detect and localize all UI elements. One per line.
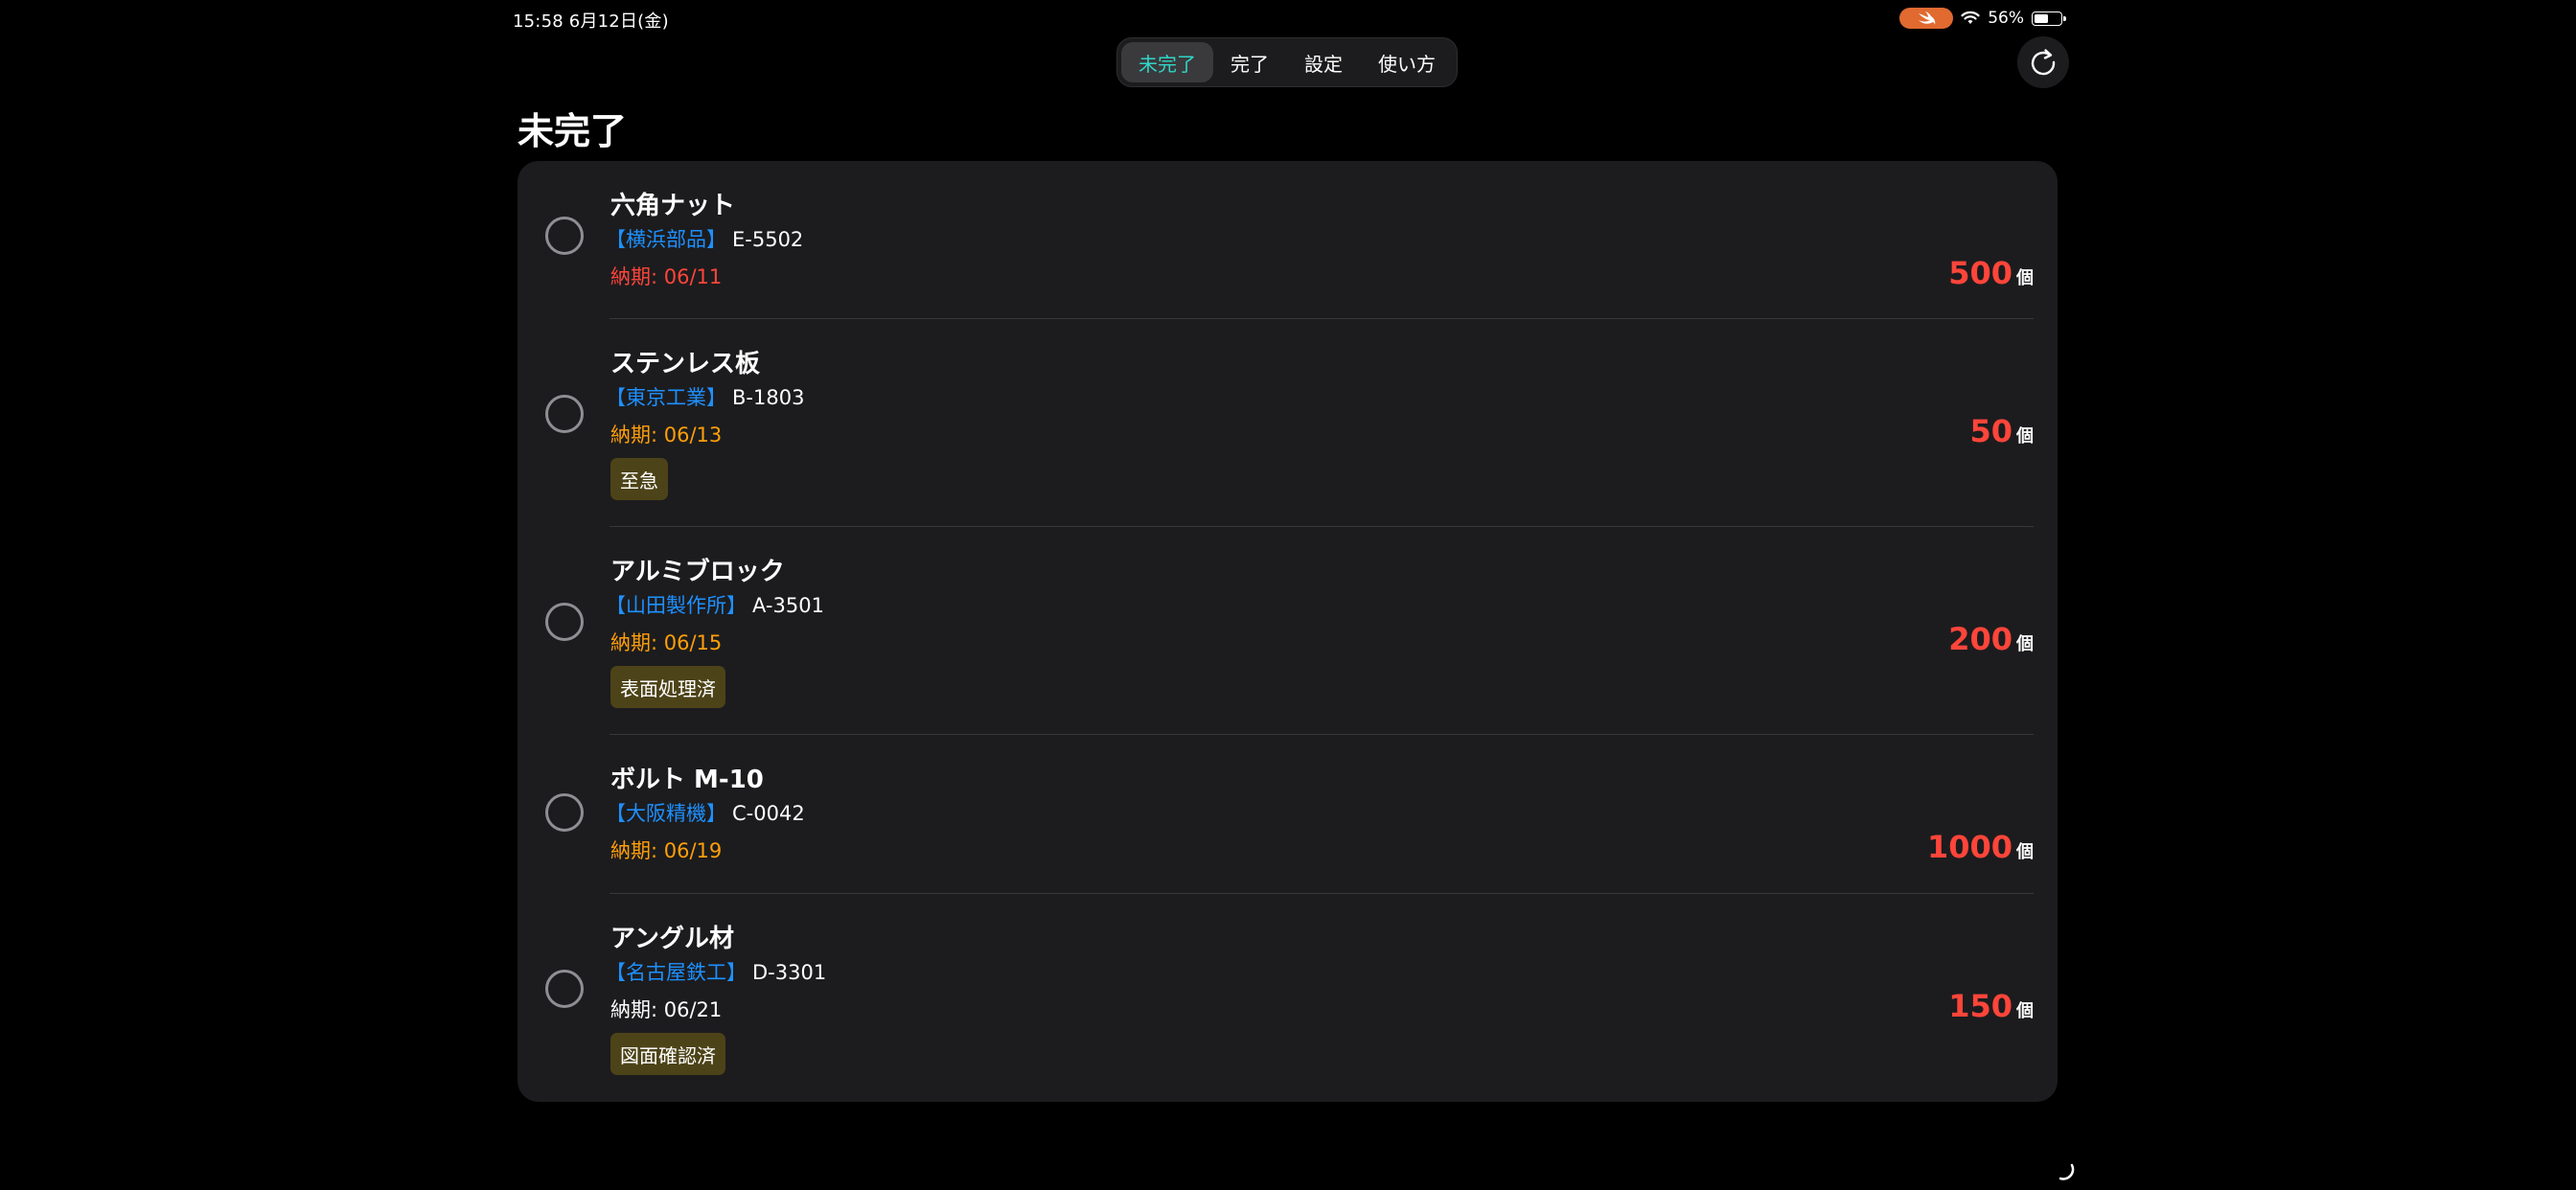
check-circle-icon[interactable] — [545, 793, 584, 832]
refresh-button[interactable] — [2017, 36, 2069, 88]
check-circle-icon[interactable] — [545, 603, 584, 641]
part-code: A-3501 — [752, 594, 824, 617]
supplier-label: 【東京工業】 — [606, 386, 726, 409]
due-date: 納期: 06/15 — [610, 631, 723, 654]
battery-icon — [2032, 11, 2066, 26]
due-date: 納期: 06/13 — [610, 423, 723, 446]
order-list: 六角ナット 【横浜部品】 E-5502 納期: 06/11 500 個 ステンレス板… — [518, 161, 2058, 1102]
item-name: ボルト M-10 — [610, 766, 764, 794]
tab-settings[interactable]: 設定 — [1286, 42, 1361, 82]
item-meta: 【横浜部品】 E-5502 — [606, 224, 803, 253]
due-date: 納期: 06/19 — [610, 839, 723, 862]
tab-segmented-control: 未完了 完了 設定 使い方 — [1116, 37, 1458, 87]
list-item[interactable]: ステンレス板 【東京工業】 B-1803 納期: 06/13 至急 50 個 — [518, 319, 2058, 527]
list-item[interactable]: アングル材 【名古屋鉄工】 D-3301 納期: 06/21 図面確認済 150 個 — [518, 894, 2058, 1102]
item-name: 六角ナット — [610, 192, 736, 220]
quantity-value: 500 — [1948, 255, 2012, 291]
part-code: D-3301 — [752, 961, 827, 984]
wifi-icon — [1961, 11, 1980, 24]
tag-badge: 図面確認済 — [610, 1033, 725, 1075]
quantity: 1000 個 — [1927, 829, 2034, 865]
due-date: 納期: 06/11 — [610, 265, 723, 288]
status-time: 15:58 6月12日(金) — [513, 11, 669, 32]
quantity-value: 150 — [1948, 988, 2012, 1024]
item-meta: 【東京工業】 B-1803 — [606, 382, 804, 411]
check-circle-icon[interactable] — [545, 970, 584, 1008]
item-meta: 【名古屋鉄工】 D-3301 — [606, 957, 826, 986]
screen: 15:58 6月12日(金) 56% 未完了 完了 設定 使い方 未完了 六角ナ… — [0, 0, 2576, 1190]
item-meta: 【大阪精機】 C-0042 — [606, 798, 805, 827]
item-name: ステンレス板 — [610, 350, 761, 378]
part-code: C-0042 — [732, 802, 805, 825]
tab-incomplete[interactable]: 未完了 — [1121, 42, 1213, 82]
quantity: 500 個 — [1948, 255, 2034, 291]
quantity-unit: 個 — [2016, 634, 2034, 654]
list-item[interactable]: 六角ナット 【横浜部品】 E-5502 納期: 06/11 500 個 — [518, 161, 2058, 319]
quantity-value: 200 — [1948, 621, 2012, 657]
tab-complete[interactable]: 完了 — [1213, 42, 1286, 82]
quantity-unit: 個 — [2016, 1001, 2034, 1021]
tag-badge: 表面処理済 — [610, 666, 725, 708]
quantity-unit: 個 — [2016, 426, 2034, 446]
list-item[interactable]: ボルト M-10 【大阪精機】 C-0042 納期: 06/19 1000 個 — [518, 735, 2058, 894]
check-circle-icon[interactable] — [545, 217, 584, 255]
loading-spinner-icon — [2058, 1163, 2075, 1180]
tag-badge: 至急 — [610, 458, 668, 500]
item-meta: 【山田製作所】 A-3501 — [606, 590, 824, 619]
supplier-label: 【山田製作所】 — [606, 594, 747, 617]
refresh-icon — [2031, 49, 2056, 76]
status-indicators: 56% — [1899, 7, 2066, 30]
list-item[interactable]: アルミブロック 【山田製作所】 A-3501 納期: 06/15 表面処理済 20… — [518, 527, 2058, 735]
quantity-unit: 個 — [2016, 842, 2034, 862]
check-circle-icon[interactable] — [545, 395, 584, 433]
page-title: 未完了 — [518, 110, 628, 152]
quantity: 200 個 — [1948, 621, 2034, 657]
item-name: アングル材 — [610, 925, 734, 953]
due-date: 納期: 06/21 — [610, 998, 723, 1021]
part-code: B-1803 — [732, 386, 805, 409]
quantity-unit: 個 — [2016, 268, 2034, 288]
battery-percent: 56% — [1988, 9, 2024, 28]
quantity-value: 50 — [1969, 413, 2012, 449]
battery-level — [2035, 13, 2048, 23]
tab-how-to-use[interactable]: 使い方 — [1361, 42, 1453, 82]
supplier-label: 【横浜部品】 — [606, 228, 726, 251]
quantity: 150 個 — [1948, 988, 2034, 1024]
quantity: 50 個 — [1969, 413, 2034, 449]
quantity-value: 1000 — [1926, 829, 2012, 865]
part-code: E-5502 — [732, 228, 804, 251]
swift-icon — [1899, 8, 1954, 29]
supplier-label: 【大阪精機】 — [606, 802, 726, 825]
supplier-label: 【名古屋鉄工】 — [606, 961, 747, 984]
item-name: アルミブロック — [610, 558, 785, 586]
